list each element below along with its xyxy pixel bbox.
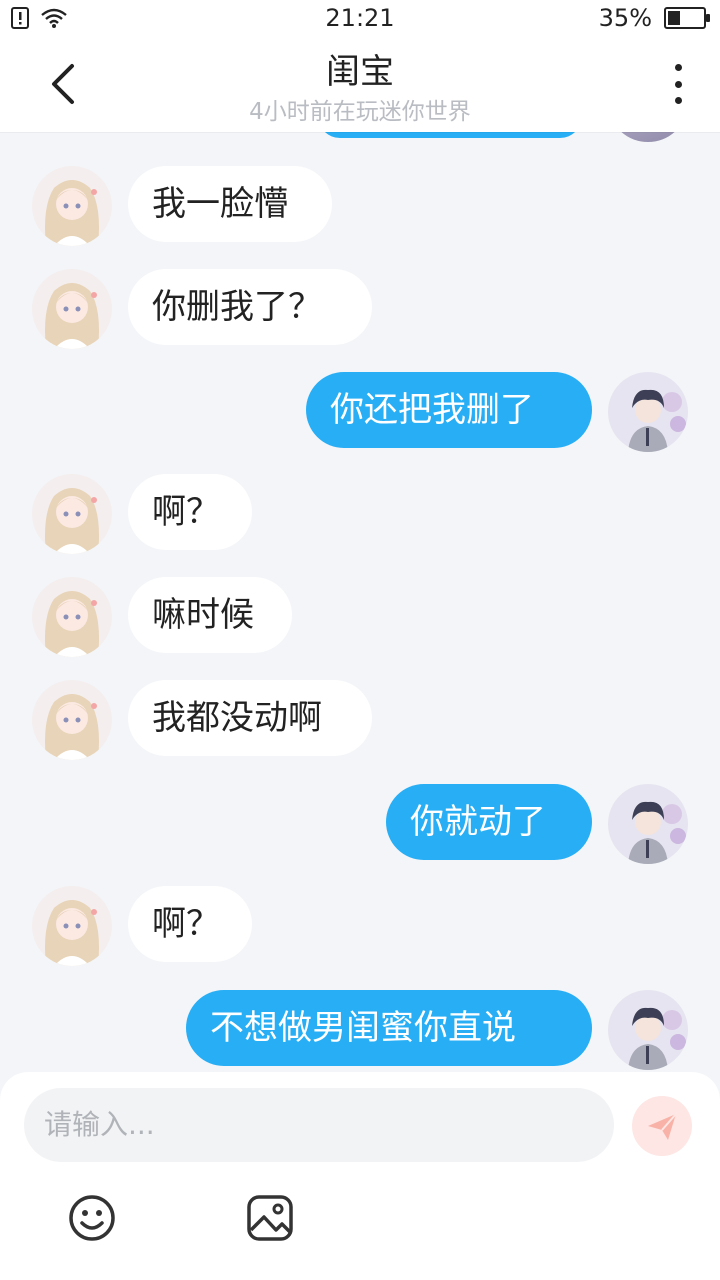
incoming-message-bubble[interactable]: 我都没动啊 (128, 680, 372, 756)
chat-title: 闺宝 (326, 52, 394, 92)
battery-level (668, 11, 680, 25)
message-list[interactable]: 我一脸懵 你删我了？ 你还把我删了 啊？ 嘛时候 我都没动啊 你就动了 啊？ 不想做男闺蜜你直说 (0, 132, 720, 1072)
chat-subtitle: 4小时前在玩迷你世界 (249, 99, 471, 125)
incoming-message-bubble[interactable]: 啊？ (128, 886, 252, 962)
message-row: 嘛时候 (0, 577, 720, 657)
incoming-message-bubble[interactable]: 啊？ (128, 474, 252, 550)
emoji-icon (69, 1195, 115, 1241)
message-row: 你还把我删了 (0, 372, 720, 452)
incoming-message-bubble[interactable]: 嘛时候 (128, 577, 292, 653)
outgoing-message-bubble[interactable]: 你还把我删了 (306, 372, 592, 448)
battery-icon (664, 7, 710, 29)
incoming-message-bubble[interactable]: 你删我了？ (128, 269, 372, 345)
top-bar: 21:21 35% 闺宝 4小时前在玩迷你世界 (0, 0, 720, 132)
avatar[interactable] (32, 474, 112, 554)
avatar[interactable] (32, 577, 112, 657)
avatar[interactable] (610, 132, 686, 142)
send-icon (648, 1113, 677, 1140)
more-icon (674, 64, 682, 71)
avatar[interactable] (608, 372, 688, 452)
avatar[interactable] (32, 269, 112, 349)
emoji-button[interactable] (66, 1192, 118, 1244)
avatar[interactable] (32, 166, 112, 246)
outgoing-message-bubble[interactable]: 不想做男闺蜜你直说 (186, 990, 592, 1066)
message-row: 不想做男闺蜜你直说 (0, 990, 720, 1070)
outgoing-message-bubble[interactable]: 你就动了 (386, 784, 592, 860)
avatar[interactable] (32, 886, 112, 966)
incoming-message-bubble[interactable]: 我一脸懵 (128, 166, 332, 242)
avatar[interactable] (608, 784, 688, 864)
image-icon (247, 1195, 293, 1241)
message-row: 啊？ (0, 886, 720, 966)
avatar[interactable] (608, 990, 688, 1070)
message-row: 啊？ (0, 474, 720, 554)
message-row: 你就动了 (0, 784, 720, 864)
input-panel: 请输入... (0, 1072, 720, 1280)
message-row: 你删我了？ (0, 269, 720, 349)
previous-message-bubble (318, 132, 582, 138)
more-button[interactable] (666, 64, 690, 104)
image-button[interactable] (244, 1192, 296, 1244)
avatar[interactable] (32, 680, 112, 760)
status-bar: 21:21 35% (0, 0, 720, 38)
message-row: 我一脸懵 (0, 166, 720, 246)
message-row: 我都没动啊 (0, 680, 720, 760)
send-button[interactable] (632, 1096, 692, 1156)
battery-percent: 35% (598, 4, 652, 32)
message-input[interactable]: 请输入... (24, 1088, 614, 1162)
